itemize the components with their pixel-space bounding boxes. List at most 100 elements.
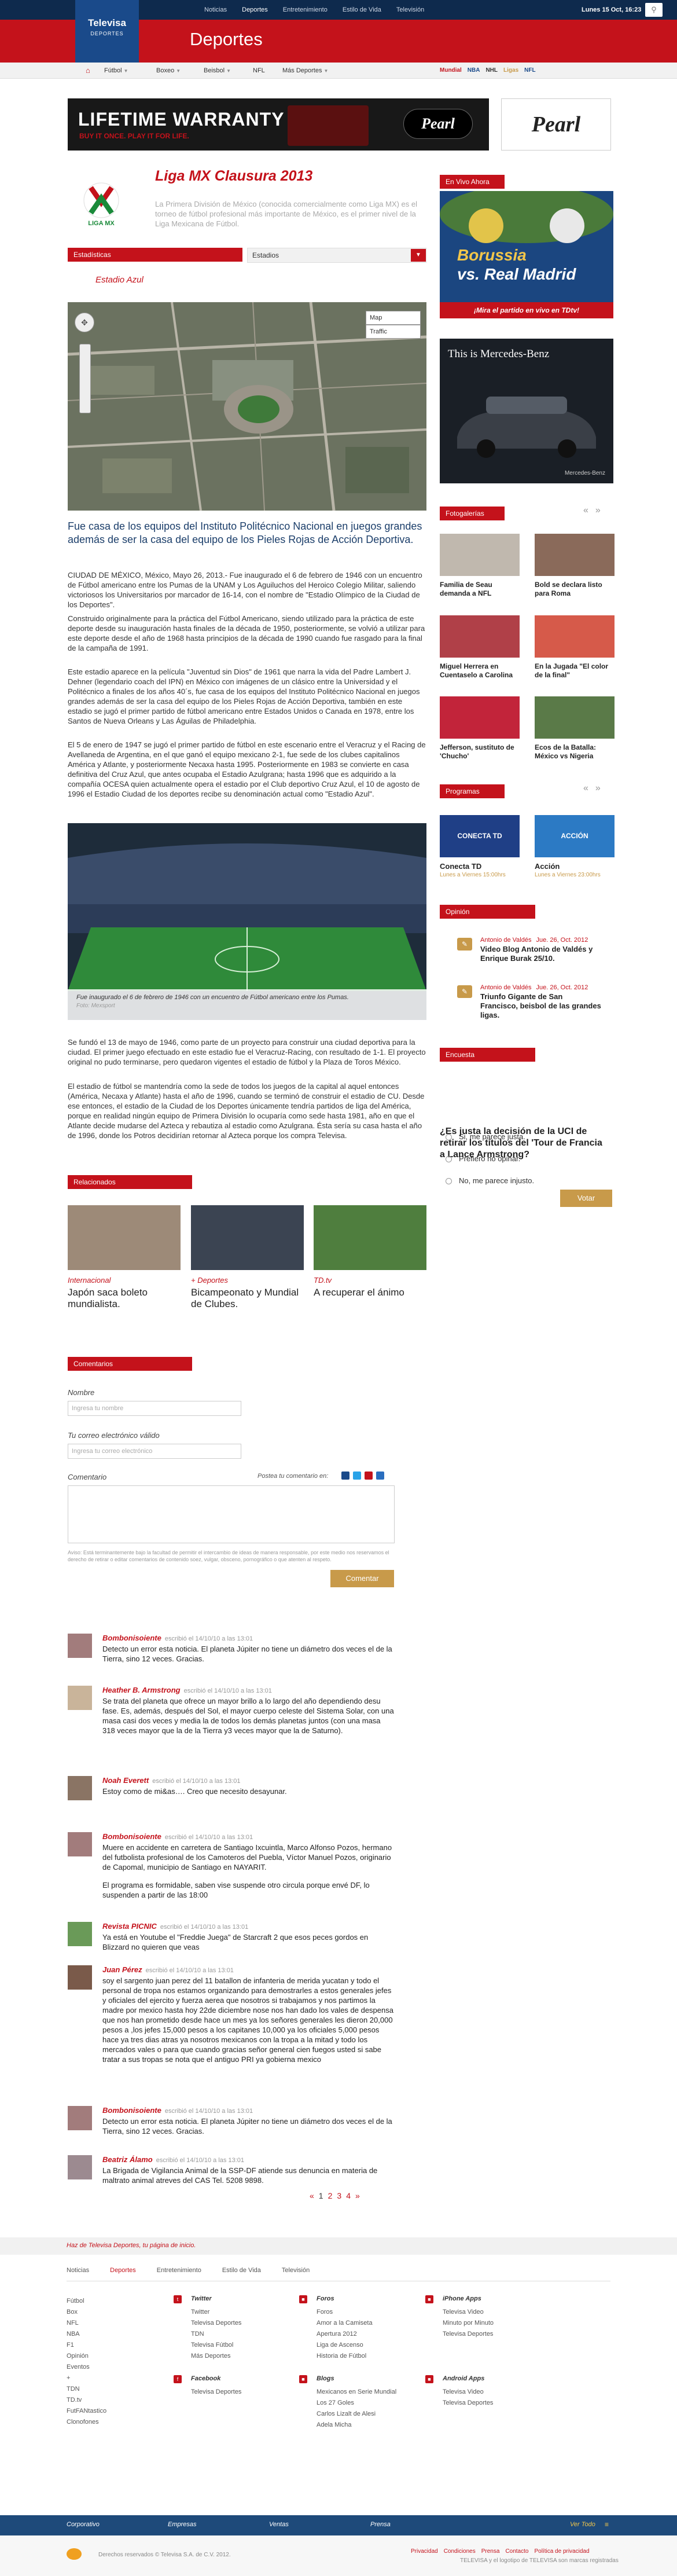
- opinion-item[interactable]: ✎ Antonio de Valdés Jue. 26, Oct. 2012 Vi…: [457, 937, 602, 963]
- footer-link[interactable]: Box: [67, 2307, 106, 2318]
- footer-link[interactable]: Fútbol: [67, 2296, 106, 2307]
- partner-logo[interactable]: NHL: [485, 63, 498, 79]
- ver-todo-link[interactable]: Ver Todo: [570, 2521, 595, 2528]
- stats-tab[interactable]: Estadísticas: [68, 248, 242, 262]
- partner-logo[interactable]: NBA: [468, 63, 480, 79]
- related-card[interactable]: TD.tv A recuperar el ánimo: [314, 1205, 426, 1298]
- legal-link[interactable]: Condiciones: [444, 2548, 476, 2555]
- poll-option[interactable]: Prefiero no opinar.: [446, 1151, 520, 1167]
- footer-link[interactable]: TDN: [191, 2329, 241, 2340]
- footer-link[interactable]: Minuto por Minuto: [443, 2318, 494, 2329]
- gallery-item[interactable]: Miguel Herrera en Cuentaselo a Carolina: [440, 615, 520, 680]
- footer-link[interactable]: Opinión: [67, 2351, 106, 2362]
- footer-link[interactable]: Televisa Video: [443, 2387, 493, 2398]
- footer-link[interactable]: Apertura 2012: [317, 2329, 373, 2340]
- pearl-ad[interactable]: Pearl: [501, 98, 611, 151]
- pan-control-icon[interactable]: ✥: [75, 313, 94, 332]
- footer-link[interactable]: Los 27 Goles: [317, 2398, 396, 2409]
- radio-button[interactable]: [446, 1134, 452, 1141]
- legal-link[interactable]: Política de privacidad: [534, 2548, 589, 2555]
- next-arrow-icon[interactable]: »: [595, 783, 608, 793]
- gallery-item[interactable]: Bold se declara listo para Roma: [535, 534, 615, 598]
- subnav-futbol[interactable]: Fútbol ▼: [104, 63, 128, 79]
- submit-comment-button[interactable]: Comentar: [330, 1570, 394, 1587]
- gallery-item[interactable]: Jefferson, sustituto de 'Chucho': [440, 696, 520, 761]
- footer-link[interactable]: Liga de Ascenso: [317, 2340, 373, 2351]
- expand-icon[interactable]: ≡: [605, 2520, 609, 2529]
- footer-link[interactable]: Foros: [317, 2307, 373, 2318]
- subnav-nfl[interactable]: NFL: [253, 63, 265, 79]
- pager-page[interactable]: 1: [319, 2191, 323, 2200]
- next-arrow-icon[interactable]: »: [595, 505, 608, 515]
- google-icon[interactable]: [365, 1472, 373, 1480]
- televisa-deportes-logo[interactable]: Televisa DEPORTES: [75, 0, 139, 63]
- map-type-map[interactable]: Map: [366, 311, 421, 325]
- footer-link[interactable]: Televisa Deportes: [443, 2329, 494, 2340]
- footer-nav-item[interactable]: Entretenimiento: [157, 2267, 201, 2274]
- pager-page[interactable]: 4: [346, 2191, 351, 2200]
- footer-link[interactable]: Televisa Deportes: [191, 2318, 241, 2329]
- footer-link[interactable]: Mexicanos en Serie Mundial: [317, 2387, 396, 2398]
- footer-link[interactable]: FutFANtastico: [67, 2406, 106, 2417]
- footer-link[interactable]: Televisa Fútbol: [191, 2340, 241, 2351]
- footer-link[interactable]: Televisa Deportes: [443, 2398, 493, 2409]
- corp-link[interactable]: Empresas: [168, 2521, 197, 2528]
- top-nav-deportes[interactable]: Deportes: [234, 0, 275, 20]
- comment-author[interactable]: Bombonisoiente: [102, 1634, 161, 1642]
- email-input[interactable]: Ingresa tu correo electrónico: [68, 1444, 241, 1459]
- gallery-item[interactable]: Familia de Seau demanda a NFL: [440, 534, 520, 598]
- zoom-slider[interactable]: [79, 344, 91, 413]
- partner-logo[interactable]: Ligas: [503, 63, 518, 79]
- comment-author[interactable]: Revista PICNIC: [102, 1922, 157, 1931]
- gallery-item[interactable]: En la Jugada "El color de la final": [535, 615, 615, 680]
- legal-link[interactable]: Privacidad: [411, 2548, 438, 2555]
- pager-page[interactable]: 3: [337, 2191, 341, 2200]
- live-cta[interactable]: ¡Mira el partido en vivo en TDtv!: [440, 302, 613, 318]
- make-homepage-link[interactable]: Haz de Televisa Deportes, tu página de i…: [67, 2242, 196, 2249]
- programs-arrows[interactable]: «»: [583, 783, 608, 794]
- map-type-traffic[interactable]: Traffic: [366, 325, 421, 339]
- top-nav-television[interactable]: Televisión: [389, 0, 432, 20]
- comment-author[interactable]: Beatriz Álamo: [102, 2155, 153, 2164]
- prev-arrow-icon[interactable]: «: [583, 783, 595, 793]
- pager-page[interactable]: 2: [328, 2191, 333, 2200]
- live-promo[interactable]: Borussia vs. Real Madrid ¡Mira el partid…: [440, 191, 613, 318]
- gallery-item[interactable]: Ecos de la Batalla: México vs Nigeria: [535, 696, 615, 761]
- chevron-down-icon[interactable]: ▼: [411, 249, 426, 262]
- related-card[interactable]: Internacional Japón saca boleto mundiali…: [68, 1205, 181, 1310]
- footer-link[interactable]: NBA: [67, 2329, 106, 2340]
- corp-link[interactable]: Ventas: [269, 2521, 289, 2528]
- footer-link[interactable]: F1: [67, 2340, 106, 2351]
- ad-banner[interactable]: LIFETIME WARRANTY BUY IT ONCE. PLAY IT F…: [68, 98, 489, 151]
- footer-link[interactable]: TDN: [67, 2384, 106, 2395]
- program-item[interactable]: CONECTA TD Conecta TD Lunes a Viernes 15…: [440, 815, 520, 878]
- home-icon[interactable]: ⌂: [86, 63, 90, 79]
- prev-arrow-icon[interactable]: «: [583, 505, 595, 515]
- opinion-author[interactable]: Antonio de Valdés: [480, 984, 531, 991]
- footer-link[interactable]: Eventos: [67, 2362, 106, 2373]
- mercedes-ad[interactable]: This is Mercedes-Benz Mercedes-Benz: [440, 339, 613, 483]
- comment-author[interactable]: Bombonisoiente: [102, 1832, 161, 1841]
- radio-button[interactable]: [446, 1178, 452, 1185]
- subnav-mas-deportes[interactable]: Más Deportes ▼: [282, 63, 328, 79]
- comment-author[interactable]: Bombonisoiente: [102, 2106, 161, 2115]
- legal-link[interactable]: Contacto: [505, 2548, 528, 2555]
- footer-link[interactable]: TD.tv: [67, 2395, 106, 2406]
- subnav-boxeo[interactable]: Boxeo ▼: [156, 63, 181, 79]
- poll-option[interactable]: No, me parece injusto.: [446, 1173, 534, 1189]
- footer-link[interactable]: Amor a la Camiseta: [317, 2318, 373, 2329]
- subnav-beisbol[interactable]: Beisbol ▼: [204, 63, 231, 79]
- footer-link[interactable]: NFL: [67, 2318, 106, 2329]
- legal-link[interactable]: Prensa: [481, 2548, 500, 2555]
- gallery-arrows[interactable]: «»: [583, 505, 608, 516]
- footer-nav-item[interactable]: Estilo de Vida: [222, 2267, 261, 2274]
- footer-nav-item[interactable]: Noticias: [67, 2267, 89, 2274]
- twitter-icon[interactable]: [353, 1472, 361, 1480]
- search-icon[interactable]: ⚲: [645, 3, 663, 17]
- footer-link[interactable]: Carlos Lizalt de Alesi: [317, 2409, 396, 2420]
- partner-logo[interactable]: NFL: [524, 63, 535, 79]
- footer-link[interactable]: Televisa Deportes: [191, 2387, 241, 2398]
- comment-author[interactable]: Juan Pérez: [102, 1965, 142, 1974]
- vote-button[interactable]: Votar: [560, 1190, 612, 1207]
- poll-option[interactable]: Si, me parece justa.: [446, 1129, 525, 1145]
